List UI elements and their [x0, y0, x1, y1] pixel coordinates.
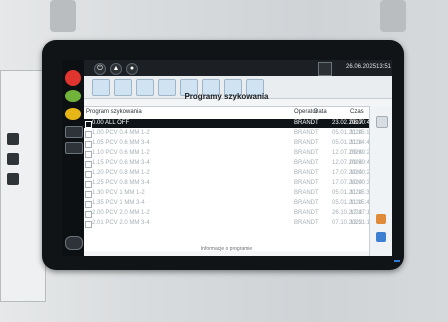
status-led: [394, 260, 400, 262]
table-row[interactable]: 1.00 PCV 0.4 MM 1-2 BRANDT 05.01.2024 11:15…: [84, 129, 372, 138]
user-icon[interactable]: ●: [126, 63, 138, 75]
row-checkbox[interactable]: [85, 151, 92, 158]
side-button-1: [7, 133, 19, 145]
row-checkbox[interactable]: [85, 171, 92, 178]
table-row[interactable]: 1.15 PCV 0.6 MM 3-4 BRANDT 12.07.2024 09:59…: [84, 159, 373, 168]
left-toolbar: [62, 60, 84, 256]
row-operator: BRANDT: [294, 160, 319, 166]
table-row[interactable]: 1.10 PCV 0.6 MM 1-2 BRANDT 12.07.2024 09:59…: [84, 149, 373, 158]
stack-icon[interactable]: [65, 126, 83, 138]
table-row[interactable]: 1.25 PCV 0.8 MM 3-4 BRANDT 17.07.2024 10:00…: [84, 179, 373, 188]
row-checkbox[interactable]: [85, 161, 92, 168]
row-checkbox[interactable]: [85, 191, 92, 198]
list-icon[interactable]: [376, 232, 386, 242]
side-button-3: [7, 173, 19, 185]
help-icon[interactable]: [376, 214, 386, 224]
header-time: 13:51: [376, 64, 392, 70]
column-date: Data: [314, 109, 327, 115]
row-operator: BRANDT: [294, 150, 319, 156]
row-operator: BRANDT: [294, 140, 319, 146]
row-operator: BRANDT: [294, 220, 319, 226]
row-operator: BRANDT: [294, 210, 319, 216]
row-program-name: 1.25 PCV 0.8 MM 3-4: [92, 180, 150, 186]
table-row[interactable]: 1.05 PCV 0.6 MM 3-4 BRANDT 05.01.2024 11:14…: [84, 139, 373, 148]
row-program-name: 2.01 PCV 2.0 MM 3-4: [92, 220, 150, 226]
tray-icon[interactable]: [65, 236, 83, 250]
tool-icon[interactable]: [65, 142, 83, 154]
green-status-icon[interactable]: [65, 90, 81, 102]
table-row[interactable]: 2.01 PCV 2.0 MM 3-4 BRANDT 07.10.2022 13:51…: [84, 219, 373, 228]
yellow-status-icon[interactable]: [65, 108, 81, 120]
row-program-name: 2.00 PCV 2.0 MM 1-2: [92, 210, 150, 216]
header-date: 26.06.2025: [346, 64, 377, 70]
row-operator: BRANDT: [294, 190, 319, 196]
right-pane: [369, 106, 392, 256]
row-checkbox[interactable]: [85, 131, 92, 138]
row-program-name: 1.35 PCV 1 MM 3-4: [92, 200, 145, 206]
row-program-name: 1.00 PCV 0.4 MM 1-2: [92, 130, 150, 136]
row-checkbox[interactable]: [85, 121, 92, 128]
row-operator: BRANDT: [294, 200, 319, 206]
row-checkbox[interactable]: [85, 181, 92, 188]
table-row[interactable]: 1.35 PCV 1 MM 3-4 BRANDT 05.01.2024 11:15:4…: [84, 199, 373, 208]
side-device: [0, 70, 46, 302]
row-checkbox[interactable]: [85, 211, 92, 218]
table-row[interactable]: 1.30 PCV 1 MM 1-2 BRANDT 05.01.2024 11:15:3…: [84, 189, 373, 198]
page-title: Programy szykowania: [184, 92, 269, 101]
row-program-name: 1.15 PCV 0.6 MM 3-4: [92, 160, 150, 166]
table-row[interactable]: 1.20 PCV 0.8 MM 1-2 BRANDT 17.07.2024 10:00…: [84, 169, 373, 178]
side-button-2: [7, 153, 19, 165]
table-row[interactable]: 2.00 PCV 2.0 MM 1-2 BRANDT 26.10.2022 17:47…: [84, 209, 373, 218]
warning-icon[interactable]: ▲: [110, 63, 122, 75]
alarm-icon[interactable]: [65, 70, 81, 86]
top-bar: ⏻ ▲ ● 26.06.2025 13:51: [84, 60, 392, 76]
row-checkbox[interactable]: [85, 201, 92, 208]
program-info-label: Informacje o programie: [200, 246, 253, 252]
pipe-right: [380, 0, 406, 32]
column-time: Czas: [350, 109, 364, 115]
program-table: Program szykowania Operator Data Czas 0.…: [84, 106, 373, 251]
row-checkbox[interactable]: [85, 141, 92, 148]
row-program-name: 0.00 ALL OFF: [92, 120, 130, 126]
table-header: Program szykowania Operator Data Czas: [84, 107, 369, 117]
row-program-name: 1.20 PCV 0.8 MM 1-2: [92, 170, 150, 176]
row-program-name: 1.05 PCV 0.6 MM 3-4: [92, 140, 150, 146]
row-operator: BRANDT: [294, 180, 319, 186]
info-icon[interactable]: [376, 116, 388, 128]
row-operator: BRANDT: [294, 120, 319, 126]
column-program: Program szykowania: [86, 109, 142, 115]
account-icon[interactable]: [318, 62, 332, 76]
row-program-name: 1.10 PCV 0.6 MM 1-2: [92, 150, 150, 156]
row-program-name: 1.30 PCV 1 MM 1-2: [92, 190, 145, 196]
row-operator: BRANDT: [294, 170, 319, 176]
table-row[interactable]: 0.00 ALL OFF BRANDT 23.02.2017 08:00:48: [84, 119, 373, 128]
row-operator: BRANDT: [294, 130, 319, 136]
power-icon[interactable]: ⏻: [94, 63, 106, 75]
row-checkbox[interactable]: [85, 221, 92, 228]
pipe-left: [50, 0, 76, 32]
main-screen: ⏻ ▲ ● 26.06.2025 13:51 Programy szykowan…: [62, 60, 392, 256]
